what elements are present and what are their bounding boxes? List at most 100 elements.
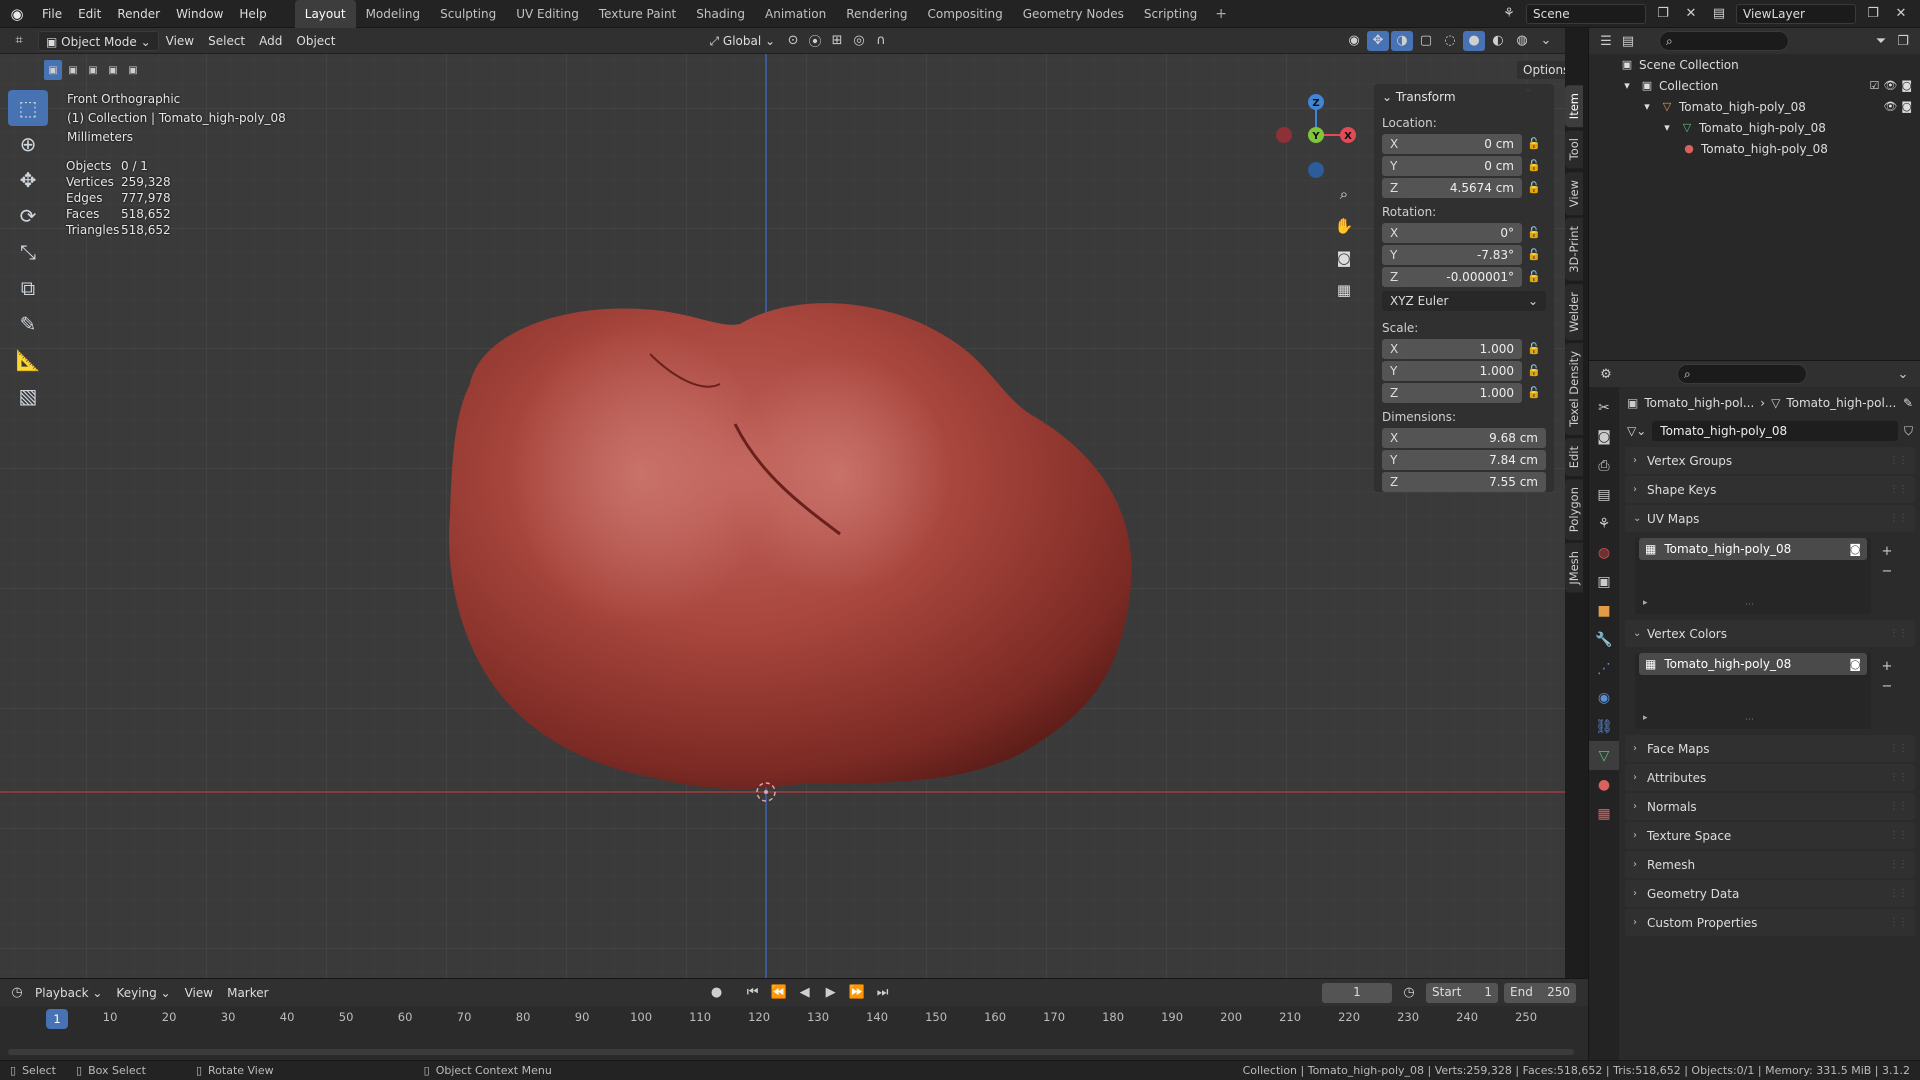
lock-icon[interactable]: 🔓 <box>1522 364 1546 377</box>
render-tab-icon[interactable]: ◙ <box>1589 422 1619 451</box>
new-scene-icon[interactable]: ❐ <box>1652 4 1674 24</box>
menu-add[interactable]: Add <box>252 31 289 51</box>
rotation-y-field[interactable]: Y -7.83° <box>1382 244 1522 265</box>
properties-search-input[interactable]: ⌕ <box>1677 364 1807 384</box>
shading-options-icon[interactable]: ⌄ <box>1535 31 1557 51</box>
jump-end-icon[interactable]: ⏭ <box>872 983 894 1003</box>
sidebar-tab-3d-print[interactable]: 3D-Print <box>1565 217 1583 281</box>
workspace-tab-sculpting[interactable]: Sculpting <box>430 0 506 28</box>
proportional-edit-icon[interactable]: ◎ <box>848 31 870 51</box>
section-attributes[interactable]: › Attributes ⋮⋮ <box>1625 764 1915 791</box>
world-tab-icon[interactable]: ◍ <box>1589 538 1619 567</box>
sidebar-tab-view[interactable]: View <box>1565 171 1583 215</box>
scale-x-field[interactable]: X 1.000 <box>1382 338 1522 359</box>
camera-view-icon[interactable]: ◙ <box>1331 244 1357 272</box>
mesh-data-tab-icon[interactable]: ▽ <box>1589 741 1619 770</box>
dimensions-y-field[interactable]: Y 7.84 cm <box>1382 449 1546 470</box>
rotation-x-field[interactable]: X 0° <box>1382 222 1522 243</box>
outliner-row-mesh-data[interactable]: ▾ ▽ Tomato_high-poly_08 <box>1589 117 1920 138</box>
sidebar-tab-jmesh[interactable]: JMesh <box>1565 543 1583 593</box>
3d-viewport[interactable]: ▣ ▣ ▣ ▣ ▣ Options ⌄ ⬚ ⊕ <box>0 54 1565 978</box>
menu-select[interactable]: Select <box>201 31 252 51</box>
lock-icon[interactable]: 🔓 <box>1522 181 1546 194</box>
zoom-icon[interactable]: ⌕ <box>1331 180 1357 208</box>
breadcrumb-object[interactable]: Tomato_high-pol... <box>1644 396 1754 410</box>
physics-tab-icon[interactable]: ◉ <box>1589 683 1619 712</box>
scene-tab-icon[interactable]: ⚘ <box>1589 509 1619 538</box>
workspace-tab-shading[interactable]: Shading <box>686 0 755 28</box>
lock-icon[interactable]: 🔓 <box>1522 248 1546 261</box>
clock-icon[interactable]: ◷ <box>1398 983 1420 1003</box>
display-mode-icon[interactable]: ▤ <box>1617 31 1639 51</box>
expand-arrow-icon[interactable]: ▾ <box>1639 100 1655 113</box>
chevron-down-icon[interactable]: ⌄ <box>1892 364 1914 384</box>
checkbox-icon[interactable]: ☑ <box>1869 79 1879 92</box>
cursor-tool-icon[interactable]: ⊕ <box>8 126 48 162</box>
rendered-shading-icon[interactable]: ◍ <box>1511 31 1533 51</box>
workspace-tab-animation[interactable]: Animation <box>755 0 836 28</box>
menu-view[interactable]: View <box>159 31 201 51</box>
menu-marker[interactable]: Marker <box>220 986 275 1000</box>
section-uv-maps[interactable]: ⌄ UV Maps ⋮⋮ <box>1625 505 1915 532</box>
breadcrumb-mesh[interactable]: Tomato_high-pol... <box>1786 396 1896 410</box>
tool-tab-icon[interactable]: ✂ <box>1589 393 1619 422</box>
timeline-scrollbar[interactable] <box>8 1049 1574 1055</box>
editor-type-icon[interactable]: ⌗ <box>8 31 30 51</box>
workspace-tab-geometry-nodes[interactable]: Geometry Nodes <box>1013 0 1134 28</box>
workspace-tab-compositing[interactable]: Compositing <box>917 0 1012 28</box>
mode-dropdown[interactable]: ▣ Object Mode ⌄ <box>38 30 159 51</box>
lock-icon[interactable]: 🔓 <box>1522 342 1546 355</box>
navigation-gizmo[interactable]: Z X Y <box>1268 54 1368 184</box>
view-layer-icon[interactable]: ▤ <box>1708 4 1730 24</box>
view-layer-tab-icon[interactable]: ▤ <box>1589 480 1619 509</box>
expand-list-icon[interactable]: ▸ <box>1643 713 1648 723</box>
blender-logo-icon[interactable]: ◉ <box>0 5 34 23</box>
mesh-name-field[interactable]: Tomato_high-poly_08 <box>1652 421 1898 441</box>
remove-vertex-color-icon[interactable]: − <box>1877 677 1897 697</box>
start-frame-field[interactable]: Start 1 <box>1426 982 1498 1003</box>
list-item[interactable]: ▦ Tomato_high-poly_08 ◙ <box>1639 653 1867 675</box>
gizmo-neg-z-handle[interactable] <box>1308 162 1324 178</box>
move-tool-icon[interactable]: ✥ <box>8 162 48 198</box>
workspace-tab-uv-editing[interactable]: UV Editing <box>506 0 589 28</box>
add-vertex-color-icon[interactable]: + <box>1877 657 1897 677</box>
object-tab-icon[interactable]: ■ <box>1589 596 1619 625</box>
lock-icon[interactable]: 🔓 <box>1522 159 1546 172</box>
delete-scene-icon[interactable]: ✕ <box>1680 4 1702 24</box>
pan-hand-icon[interactable]: ✋ <box>1331 212 1357 240</box>
add-workspace-icon[interactable]: + <box>1207 6 1235 22</box>
next-keyframe-icon[interactable]: ⏩ <box>846 983 868 1003</box>
orientation-dropdown[interactable]: ⤢ Global ⌄ <box>702 31 782 51</box>
resize-grip-icon[interactable]: ⋯ <box>1745 600 1754 610</box>
camera-icon[interactable]: ◙ <box>1901 100 1912 113</box>
location-y-field[interactable]: Y 0 cm <box>1382 155 1522 176</box>
scale-z-field[interactable]: Z 1.000 <box>1382 382 1522 403</box>
properties-editor-icon[interactable]: ⚙ <box>1595 364 1617 384</box>
menu-view[interactable]: View <box>178 986 220 1000</box>
location-z-field[interactable]: Z 4.5674 cm <box>1382 177 1522 198</box>
gizmo-neg-x-handle[interactable] <box>1276 127 1292 143</box>
workspace-tab-scripting[interactable]: Scripting <box>1134 0 1207 28</box>
play-icon[interactable]: ▶ <box>820 983 842 1003</box>
rotate-tool-icon[interactable]: ⟳ <box>8 198 48 234</box>
solid-shading-icon[interactable]: ● <box>1463 30 1485 51</box>
workspace-tab-texture-paint[interactable]: Texture Paint <box>589 0 686 28</box>
section-vertex-groups[interactable]: › Vertex Groups ⋮⋮ <box>1625 447 1915 474</box>
material-shading-icon[interactable]: ◐ <box>1487 31 1509 51</box>
eye-icon[interactable]: 👁 <box>1883 79 1897 92</box>
lock-icon[interactable]: 🔓 <box>1522 226 1546 239</box>
remove-uv-map-icon[interactable]: − <box>1877 562 1897 582</box>
dimensions-z-field[interactable]: Z 7.55 cm <box>1382 471 1546 492</box>
sidebar-tab-texel-density[interactable]: Texel Density <box>1565 342 1583 435</box>
section-texture-space[interactable]: › Texture Space ⋮⋮ <box>1625 822 1915 849</box>
eye-icon[interactable]: 👁 <box>1883 100 1897 113</box>
workspace-tab-rendering[interactable]: Rendering <box>836 0 917 28</box>
expand-list-icon[interactable]: ▸ <box>1643 598 1648 608</box>
sidebar-tab-polygon[interactable]: Polygon <box>1565 479 1583 541</box>
fake-user-icon[interactable]: ⛉ <box>1904 424 1913 439</box>
section-face-maps[interactable]: › Face Maps ⋮⋮ <box>1625 735 1915 762</box>
prev-keyframe-icon[interactable]: ⏪ <box>768 983 790 1003</box>
snap-target-icon[interactable]: ⊞ <box>826 31 848 51</box>
filter-icon[interactable]: ⏷ <box>1870 31 1892 51</box>
menu-file[interactable]: File <box>34 0 70 28</box>
